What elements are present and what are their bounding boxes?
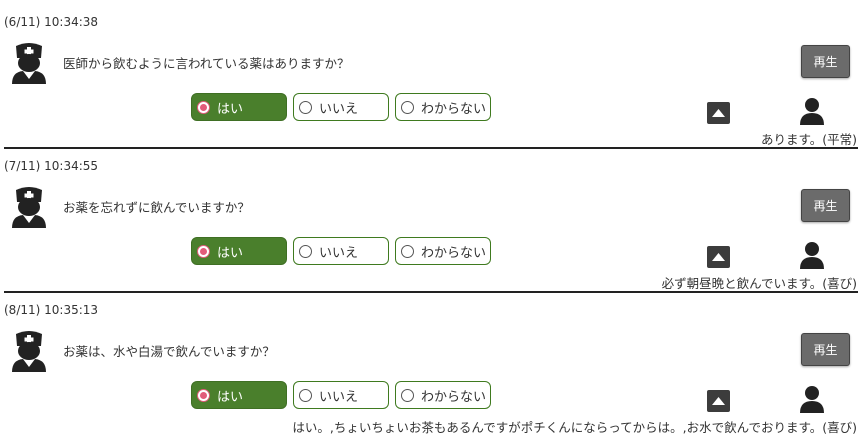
doctor-icon: [12, 331, 46, 372]
answer-text: あります。(平常): [760, 132, 857, 147]
play-button[interactable]: 再生: [801, 333, 850, 366]
option-label: はい: [217, 101, 244, 117]
option-label: いいえ: [319, 101, 359, 117]
conversation-entry: (7/11) 10:34:55 お薬を忘れずに飲んでいますか？ 再生 はい いい…: [0, 150, 862, 294]
option-label: はい: [217, 389, 244, 405]
radio-icon[interactable]: [197, 388, 210, 402]
option-label: いいえ: [319, 245, 359, 261]
option-label: わからない: [421, 389, 487, 405]
radio-icon[interactable]: [401, 388, 414, 402]
radio-icon[interactable]: [197, 244, 210, 258]
option-yes[interactable]: はい: [191, 381, 287, 409]
answer-text: はい。,ちょいちょいお茶もあるんですがポチくんにならってからは。,お水で飲んでお…: [292, 420, 857, 435]
question-text: お薬は、水や白湯で飲んでいますか？: [63, 344, 275, 359]
option-no[interactable]: いいえ: [293, 93, 389, 121]
radio-icon[interactable]: [401, 100, 414, 114]
caret-up-icon[interactable]: [707, 102, 730, 124]
option-yes[interactable]: はい: [191, 93, 287, 121]
doctor-icon: [12, 187, 46, 228]
conversation-entry: (6/11) 10:34:38 医師から飲むように言われている薬はありますか？ …: [0, 6, 862, 150]
option-unknown[interactable]: わからない: [395, 237, 491, 265]
divider: [4, 291, 858, 293]
option-unknown[interactable]: わからない: [395, 93, 491, 121]
conversation-entry: (8/11) 10:35:13 お薬は、水や白湯で飲んでいますか？ 再生 はい …: [0, 294, 862, 438]
caret-up-icon[interactable]: [707, 390, 730, 412]
radio-icon[interactable]: [299, 244, 312, 258]
play-button[interactable]: 再生: [801, 45, 850, 78]
option-label: わからない: [421, 245, 487, 261]
option-yes[interactable]: はい: [191, 237, 287, 265]
timestamp: (7/11) 10:34:55: [4, 159, 99, 173]
radio-icon[interactable]: [299, 388, 312, 402]
question-text: お薬を忘れずに飲んでいますか？: [63, 200, 250, 215]
person-icon: [800, 386, 824, 413]
timestamp: (6/11) 10:34:38: [4, 15, 99, 29]
option-label: いいえ: [319, 389, 359, 405]
radio-icon[interactable]: [299, 100, 312, 114]
person-icon: [800, 98, 824, 125]
doctor-icon: [12, 43, 46, 84]
option-no[interactable]: いいえ: [293, 381, 389, 409]
option-label: はい: [217, 245, 244, 261]
question-text: 医師から飲むように言われている薬はありますか？: [63, 56, 350, 71]
play-button[interactable]: 再生: [801, 189, 850, 222]
option-no[interactable]: いいえ: [293, 237, 389, 265]
option-label: わからない: [421, 101, 487, 117]
timestamp: (8/11) 10:35:13: [4, 303, 99, 317]
option-unknown[interactable]: わからない: [395, 381, 491, 409]
answer-text: 必ず朝昼晩と飲んでいます。(喜び): [661, 276, 857, 291]
radio-icon[interactable]: [197, 100, 210, 114]
caret-up-icon[interactable]: [707, 246, 730, 268]
divider: [4, 147, 858, 149]
radio-icon[interactable]: [401, 244, 414, 258]
person-icon: [800, 242, 824, 269]
